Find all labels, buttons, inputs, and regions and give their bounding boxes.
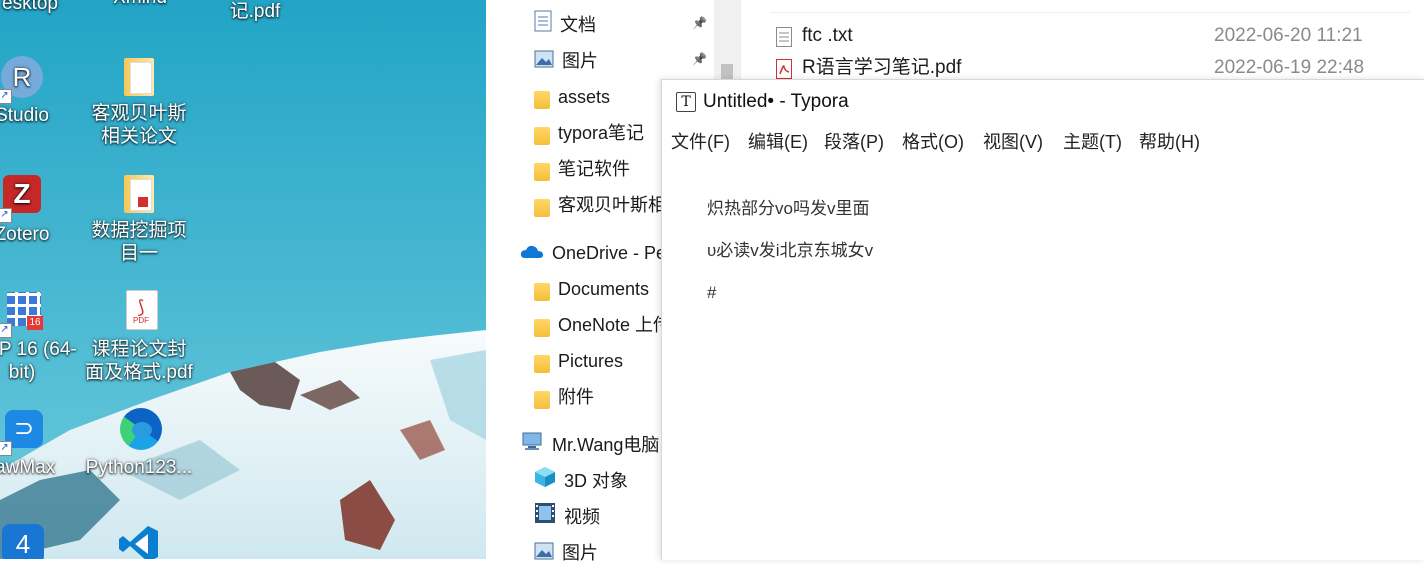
drawmax-icon: ⊃ ↗ [0, 408, 45, 456]
folder-icon [534, 309, 550, 342]
folder-icon [116, 54, 162, 100]
folder-icon [534, 381, 550, 414]
app-icon-bottom-left[interactable]: 4 [2, 524, 44, 559]
cube-icon [534, 465, 556, 498]
pin-icon[interactable]: 📌 [692, 16, 707, 30]
desktop-icon-label: 客观贝叶斯相关论文 [91, 103, 187, 147]
file-date-modified: 2022-06-20 11:21 [1214, 25, 1363, 46]
onedrive-icon [520, 237, 544, 270]
typora-window: T Untitled• - Typora 文件(F) 编辑(E) 段落(P) 格式(O… [661, 79, 1424, 560]
pin-icon[interactable]: 📌 [692, 52, 707, 66]
desktop-icon-zotero[interactable]: Z ↗ Zotero [0, 171, 77, 246]
desktop-icon-label: R语言学习笔记.pdf [229, 1, 281, 22]
menu-item[interactable]: 视图(V) [983, 126, 1043, 158]
shortcut-arrow-icon: ↗ [0, 323, 12, 338]
nav-item-label: Documents [558, 279, 650, 299]
list-divider [770, 0, 1410, 13]
folder-icon [534, 189, 550, 222]
nav-item-label: 视频 [564, 507, 600, 527]
nav-item-label: Pictures [558, 351, 624, 371]
nav-item-label: 笔记软件 [558, 159, 630, 179]
shortcut-arrow-icon: ↗ [0, 441, 12, 456]
file-name: ftc .txt [802, 25, 853, 46]
document-icon [534, 9, 552, 42]
menu-item[interactable]: 编辑(E) [748, 126, 808, 158]
desktop-icon-python123[interactable]: Python123... [84, 408, 194, 479]
vscode-icon[interactable] [118, 524, 160, 559]
menu-bar: 文件(F) 编辑(E) 段落(P) 格式(O) 视图(V) 主题(T) 帮助(H) [662, 126, 1424, 158]
pdf-file-icon [776, 58, 792, 79]
menu-item[interactable]: 帮助(H) [1139, 126, 1200, 158]
typora-app-icon: T [676, 92, 696, 112]
desktop-icon-label: 课程论文封面及格式.pdf [85, 339, 193, 383]
video-icon [534, 501, 556, 534]
menu-item[interactable]: 段落(P) [824, 126, 884, 158]
desktop-icon-bayes-folder[interactable]: 客观贝叶斯相关论文 [84, 54, 194, 148]
desktop-icon-label: Xmind [85, 0, 195, 9]
shortcut-arrow-icon: ↗ [0, 208, 12, 223]
nav-item-label: Mr.Wang电脑 [552, 435, 660, 455]
editor-area[interactable]: 炽热部分vo吗发v里面 υ必读v发i北京东城女v # [707, 198, 1387, 324]
menu-item[interactable]: 主题(T) [1063, 126, 1122, 158]
menu-item[interactable]: 文件(F) [671, 126, 730, 158]
desktop-icon-desktop[interactable]: esktop [0, 0, 85, 15]
text-file-icon [776, 26, 792, 47]
folder-icon [534, 81, 550, 114]
editor-paragraph[interactable]: # [707, 282, 1387, 304]
zotero-icon: Z ↗ [0, 175, 45, 223]
nav-item[interactable]: 文档 [534, 8, 742, 42]
desktop-icon-label: Studio [0, 105, 49, 126]
nav-item-label: 3D 对象 [564, 471, 629, 491]
rstudio-icon: R ↗ [0, 56, 45, 104]
folder-icon [534, 273, 550, 306]
desktop-icon-label: esktop [2, 0, 58, 14]
window-title: Untitled• - Typora [703, 91, 849, 112]
nav-item-label: 附件 [558, 387, 594, 407]
desktop-icon-datamining-folder[interactable]: 数据挖掘项目一 [84, 171, 194, 265]
pdf-icon: ⟆ PDF [116, 290, 162, 336]
desktop-icon-course-pdf[interactable]: ⟆ PDF 课程论文封面及格式.pdf [84, 290, 194, 384]
pictures-icon [534, 537, 554, 570]
desktop-icon-stata[interactable]: 16 ↗ taMP 16 (64-bit) [0, 290, 77, 384]
desktop: esktop Xmind R语言学习笔记.pdf R ↗ Studio 客观贝叶… [0, 0, 486, 559]
pictures-icon [534, 45, 554, 78]
edge-icon [116, 408, 162, 454]
menu-item[interactable]: 格式(O) [902, 126, 964, 158]
computer-icon [520, 429, 544, 462]
folder-icon [534, 117, 550, 150]
desktop-icon-label: rawMax [0, 457, 56, 478]
nav-item-label: typora笔记 [558, 123, 645, 143]
desktop-icon-label: Zotero [0, 224, 50, 245]
nav-item-label: 图片 [562, 543, 598, 563]
nav-item-label: assets [558, 87, 611, 107]
nav-item-label: OneNote 上传 [558, 315, 672, 335]
desktop-icon-label: Python123... [85, 457, 193, 478]
stata-icon: 16 ↗ [0, 290, 45, 338]
folder-icon [534, 153, 550, 186]
nav-item-label: 图片 [562, 51, 598, 71]
folder-icon [534, 345, 550, 378]
desktop-icon-rstudio[interactable]: R ↗ Studio [0, 54, 77, 127]
title-bar: T Untitled• - Typora [662, 80, 1424, 124]
editor-paragraph[interactable]: 炽热部分vo吗发v里面 [707, 198, 1387, 220]
editor-paragraph[interactable]: υ必读v发i北京东城女v [707, 240, 1387, 262]
desktop-icon-label: 数据挖掘项目一 [91, 220, 187, 264]
desktop-icon-drawmax[interactable]: ⊃ ↗ rawMax [0, 408, 77, 479]
folder-icon [116, 171, 162, 217]
file-row[interactable]: ftc .txt 2022-06-20 11:21 [740, 20, 1424, 52]
desktop-icon-xmind[interactable]: Xmind [85, 0, 195, 9]
nav-item[interactable]: 图片 [534, 44, 742, 78]
desktop-icon-label: taMP 16 (64-bit) [0, 339, 77, 383]
shortcut-arrow-icon: ↗ [0, 89, 12, 104]
nav-item-label: 文档 [560, 15, 596, 35]
desktop-icon-r-notes-pdf[interactable]: R语言学习笔记.pdf [200, 0, 310, 23]
